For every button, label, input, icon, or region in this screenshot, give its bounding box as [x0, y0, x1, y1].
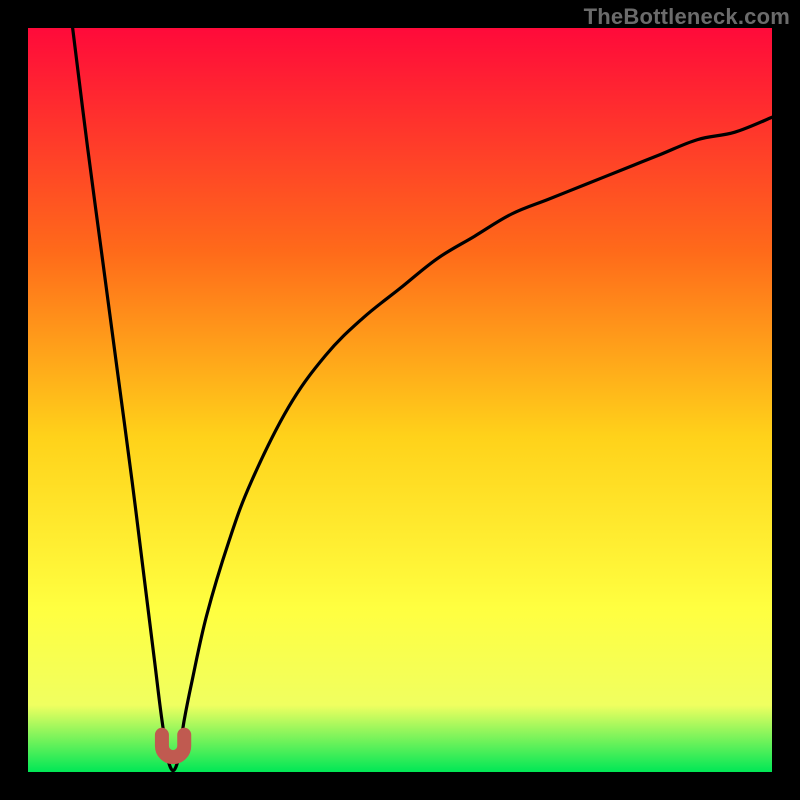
bottleneck-chart [28, 28, 772, 772]
chart-frame: TheBottleneck.com [0, 0, 800, 800]
chart-svg [28, 28, 772, 772]
heat-gradient [28, 28, 772, 772]
watermark-text: TheBottleneck.com [584, 4, 790, 30]
